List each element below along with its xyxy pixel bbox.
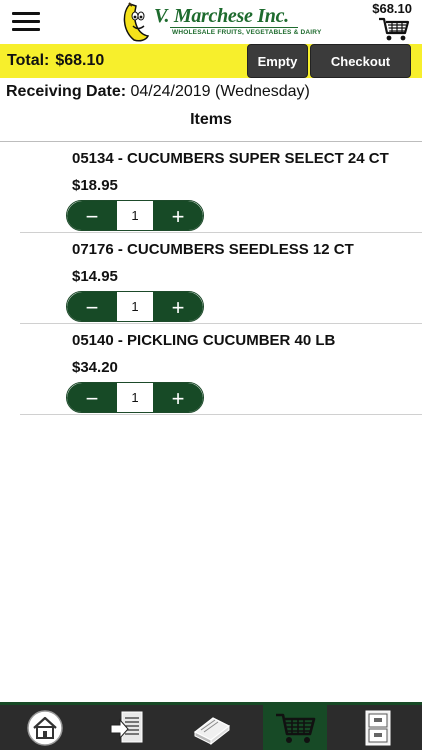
shopping-cart-icon xyxy=(276,713,316,743)
receiving-date-label: Receiving Date: xyxy=(6,83,127,100)
hamburger-menu-icon[interactable] xyxy=(12,12,40,32)
item-price: $34.20 xyxy=(72,359,118,376)
shopping-cart-icon[interactable] xyxy=(378,16,410,42)
quantity-stepper: − + xyxy=(66,382,204,413)
increase-quantity-button[interactable]: + xyxy=(153,292,203,321)
item-name: 05140 - PICKLING CUCUMBER 40 LB xyxy=(72,332,336,349)
quantity-input[interactable] xyxy=(117,383,153,412)
brand-tagline: WHOLESALE FRUITS, VEGETABLES & DAIRY xyxy=(172,29,322,36)
empty-cart-button[interactable]: Empty xyxy=(247,44,308,78)
brand-divider xyxy=(170,27,298,28)
quantity-input[interactable] xyxy=(117,292,153,321)
increase-quantity-button[interactable]: + xyxy=(153,383,203,412)
home-icon xyxy=(27,709,63,746)
tab-cart[interactable] xyxy=(263,705,327,750)
tab-account[interactable] xyxy=(346,705,410,750)
brand-name: V. Marchese Inc. xyxy=(154,5,289,27)
quantity-input[interactable] xyxy=(117,201,153,230)
receiving-date-value: 04/24/2019 (Wednesday) xyxy=(130,83,310,100)
items-heading: Items xyxy=(190,111,232,128)
quantity-stepper: − + xyxy=(66,291,204,322)
banana-mascot-icon xyxy=(123,2,150,42)
tab-home[interactable] xyxy=(13,705,77,750)
total-label: Total: xyxy=(7,52,50,69)
tab-order-list[interactable] xyxy=(96,705,160,750)
quantity-stepper: − + xyxy=(66,200,204,231)
bottom-tab-bar xyxy=(0,702,422,750)
item-name: 05134 - CUCUMBERS SUPER SELECT 24 CT xyxy=(72,150,389,167)
tab-catalog[interactable] xyxy=(180,705,244,750)
app-header: V. Marchese Inc. WHOLESALE FRUITS, VEGET… xyxy=(0,0,422,44)
total-value: $68.10 xyxy=(55,52,105,69)
increase-quantity-button[interactable]: + xyxy=(153,201,203,230)
decrease-quantity-button[interactable]: − xyxy=(67,383,117,412)
filing-cabinet-icon xyxy=(365,710,391,745)
divider xyxy=(20,414,422,415)
order-list-icon xyxy=(110,711,143,742)
decrease-quantity-button[interactable]: − xyxy=(67,201,117,230)
item-price: $18.95 xyxy=(72,177,118,194)
order-total: Total: $68.10 xyxy=(7,52,104,70)
catalog-book-icon xyxy=(193,716,231,745)
brand-logo: V. Marchese Inc. WHOLESALE FRUITS, VEGET… xyxy=(120,2,321,42)
cart-item: 05140 - PICKLING CUCUMBER 40 LB $34.20 −… xyxy=(0,324,422,415)
cart-item: 05134 - CUCUMBERS SUPER SELECT 24 CT $18… xyxy=(0,142,422,233)
cart-item: 07176 - CUCUMBERS SEEDLESS 12 CT $14.95 … xyxy=(0,233,422,324)
order-total-bar: Total: $68.10 Empty Checkout xyxy=(0,44,422,78)
checkout-button[interactable]: Checkout xyxy=(310,44,411,78)
receiving-date[interactable]: Receiving Date: 04/24/2019 (Wednesday) xyxy=(6,83,310,101)
header-cart-total[interactable]: $68.10 xyxy=(372,1,412,16)
item-name: 07176 - CUCUMBERS SEEDLESS 12 CT xyxy=(72,241,354,258)
decrease-quantity-button[interactable]: − xyxy=(67,292,117,321)
item-price: $14.95 xyxy=(72,268,118,285)
